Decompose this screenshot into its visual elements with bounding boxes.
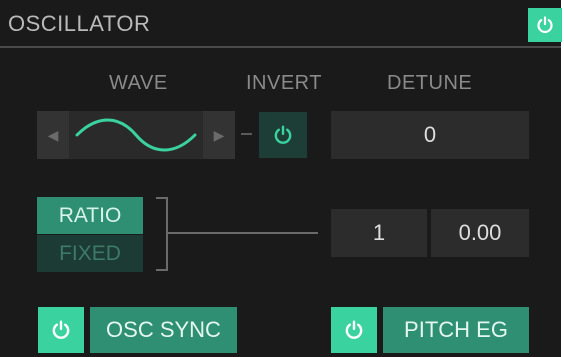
sine-wave-icon [75, 118, 197, 152]
ratio-mode-button[interactable]: RATIO [37, 197, 143, 234]
panel-title: OSCILLATOR [8, 11, 151, 36]
wave-label: WAVE [109, 72, 168, 94]
power-icon [345, 320, 363, 339]
wave-next-button[interactable]: ▶ [203, 111, 235, 159]
pitch-eg-label: PITCH EG [404, 317, 508, 342]
detune-value-field[interactable]: 0 [331, 111, 529, 159]
power-icon [537, 16, 553, 34]
panel-header: OSCILLATOR [0, 0, 562, 48]
mode-bracket [166, 197, 168, 271]
wave-prev-button[interactable]: ◀ [37, 111, 69, 159]
invert-connector [241, 133, 252, 135]
invert-button[interactable] [259, 112, 307, 158]
pitch-eg-button[interactable]: PITCH EG [383, 307, 529, 353]
power-icon [52, 320, 70, 339]
fixed-label: FIXED [59, 241, 121, 265]
ratio-fine-value: 0.00 [458, 220, 502, 245]
fixed-mode-button[interactable]: FIXED [37, 235, 143, 272]
power-icon [274, 125, 292, 144]
oscillator-panel: OSCILLATOR WAVE INVERT DETUNE ◀ ▶ 0 RATI… [0, 0, 562, 357]
ratio-coarse-value: 1 [372, 220, 386, 245]
header-divider [0, 46, 561, 48]
invert-label: INVERT [246, 72, 322, 94]
mode-bracket-bottom [156, 269, 168, 271]
osc-sync-label: OSC SYNC [106, 317, 221, 342]
detune-label: DETUNE [387, 72, 473, 94]
ratio-fine-field[interactable]: 0.00 [431, 209, 529, 257]
ratio-connector [168, 232, 318, 234]
ratio-label: RATIO [58, 203, 122, 227]
arrow-left-icon: ◀ [47, 126, 59, 143]
detune-value: 0 [423, 122, 437, 147]
arrow-right-icon: ▶ [213, 126, 225, 143]
osc-sync-button[interactable]: OSC SYNC [90, 307, 237, 353]
pitch-eg-power-button[interactable] [331, 307, 377, 353]
oscillator-power-button[interactable] [528, 8, 562, 42]
wave-selector: ◀ ▶ [37, 111, 235, 159]
ratio-coarse-field[interactable]: 1 [331, 209, 427, 257]
osc-sync-power-button[interactable] [38, 307, 84, 353]
